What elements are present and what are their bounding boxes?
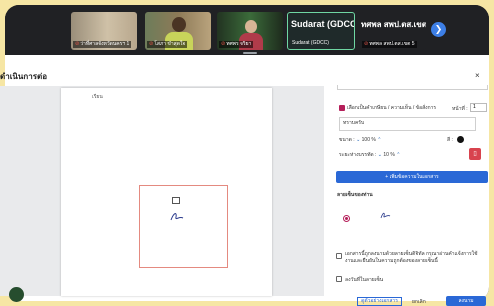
page-label: หน้าที่ : — [452, 106, 468, 112]
close-icon[interactable]: × — [475, 71, 480, 80]
chevron-right-icon[interactable]: ❯ — [431, 22, 446, 37]
preview-button[interactable]: ดูตัวอย่างเอกสาร — [357, 297, 402, 306]
participant-tile[interactable]: ⊘โสภา ขำสุดใจ — [145, 12, 211, 50]
person-head — [245, 20, 257, 33]
participant-name: Sudarat (GDCC) — [292, 40, 329, 46]
participant-name: ทศพร จริยา — [226, 41, 252, 47]
choose-option-label: เลือกเป็นคำเกษียน / ความเห็น / ข้อสั่งกา… — [347, 105, 437, 111]
participant-tile[interactable]: ⊘ทศพร จริยา — [217, 12, 283, 50]
chevron-up-icon[interactable]: ⌃ — [377, 137, 381, 143]
participant-name: ว่าที่ศาลจังหวัดนครฯ 1 — [80, 41, 130, 47]
trash-icon[interactable]: ▯ — [469, 148, 481, 160]
note-text-field[interactable]: ทราบครับ — [339, 117, 476, 131]
chevron-down-icon[interactable]: ⌄ — [356, 137, 360, 143]
checkbox-checked[interactable] — [339, 104, 345, 111]
participant-tile[interactable]: ทศพล สพป.ตส.เขต 5 ⊘ทศพล สพป.ตส.เขต 5 — [360, 12, 426, 50]
participant-name: ทศพล สพป.ตส.เขต 5 — [369, 41, 415, 47]
zoom-icon[interactable] — [9, 287, 24, 302]
cancel-button[interactable]: ยกเลิก — [412, 298, 426, 306]
spacing-row: ระยะห่างบรรทัด : ⌄ 10 % ⌃ — [339, 151, 400, 159]
mic-off-icon: ⊘ — [221, 41, 226, 47]
page-input[interactable]: 1 — [470, 103, 487, 112]
participant-tile[interactable]: ⊘ว่าที่ศาลจังหวัดนครฯ 1 — [71, 12, 137, 50]
date-checkbox[interactable] — [336, 276, 342, 282]
participant-tile-active[interactable]: Sudarat (GDCC) Sudarat (GDCC) — [287, 12, 355, 50]
size-label: ขนาด : — [339, 137, 355, 143]
size-value: 100 % — [361, 137, 376, 143]
signature-thumbnail[interactable] — [379, 211, 391, 220]
spacing-label: ระยะห่างบรรทัด : — [339, 152, 377, 158]
size-row: ขนาด : ⌄ 100 % ⌃ — [339, 136, 381, 144]
chevron-down-icon[interactable]: ⌄ — [378, 152, 382, 158]
person-head — [172, 17, 186, 32]
bezel-frame: ⊘ว่าที่ศาลจังหวัดนครฯ 1 ⊘โสภา ขำสุดใจ ⊘ท… — [0, 0, 494, 306]
participant-big-label: Sudarat (GDCC) — [291, 19, 355, 29]
mic-off-icon: ⊘ — [364, 41, 369, 47]
signature-mark — [170, 213, 184, 221]
confirm-button[interactable]: ลงนาม — [446, 296, 486, 306]
mic-off-icon: ⊘ — [75, 41, 80, 47]
top-text-field[interactable] — [337, 85, 488, 90]
spacing-value: 10 % — [383, 152, 395, 158]
date-label: ลงวันที่ในลายเซ็น — [345, 277, 384, 283]
document-text: เรียน — [92, 94, 103, 100]
signature-placement-box[interactable] — [139, 185, 228, 268]
mic-off-icon: ⊘ — [149, 41, 154, 47]
participant-name: โสภา ขำสุดใจ — [154, 41, 186, 47]
stamp-icon[interactable] — [172, 197, 180, 204]
dialog-title: ดำเนินการต่อ — [0, 72, 47, 81]
add-text-button[interactable]: + เพิ่มข้อความในเอกสาร — [336, 171, 488, 183]
color-swatch[interactable] — [457, 136, 464, 143]
meeting-participant-strip: ⊘ว่าที่ศาลจังหวัดนครฯ 1 ⊘โสภา ขำสุดใจ ⊘ท… — [5, 5, 489, 55]
consent-checkbox[interactable] — [336, 253, 342, 259]
signature-radio[interactable] — [343, 215, 350, 222]
consent-text: เอกสารนี้ถูกลงนามด้วยลายเซ็นดิจิทัล กรุณ… — [345, 251, 478, 264]
participant-big-label: ทศพล สพป.ตส.เขต 5 — [361, 20, 426, 29]
color-label: สี : — [447, 137, 453, 143]
chevron-up-icon[interactable]: ⌃ — [396, 152, 400, 158]
choose-option-row[interactable]: เลือกเป็นคำเกษียน / ความเห็น / ข้อสั่งกา… — [339, 104, 436, 112]
drag-handle[interactable] — [243, 52, 257, 54]
signature-section-title: ลายเซ็นของท่าน — [337, 192, 373, 198]
